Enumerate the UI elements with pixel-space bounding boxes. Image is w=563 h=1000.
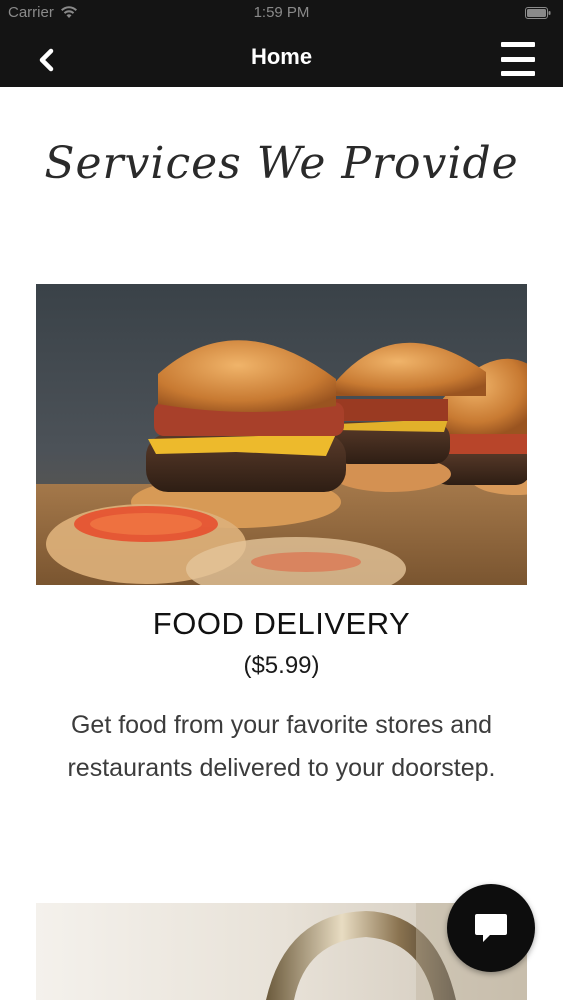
menu-line bbox=[501, 56, 535, 62]
menu-line bbox=[501, 71, 535, 76]
hamburger-menu-icon[interactable] bbox=[501, 42, 541, 76]
service-title: FOOD DELIVERY bbox=[152, 606, 411, 641]
food-delivery-image bbox=[36, 284, 527, 585]
status-time: 1:59 PM bbox=[253, 4, 310, 21]
status-bar: Carrier 1:59 PM bbox=[0, 0, 563, 28]
nav-bar: Home bbox=[0, 28, 563, 87]
chat-button[interactable] bbox=[447, 884, 535, 972]
section-heading: Services We Provide bbox=[44, 138, 519, 189]
service-description: Get food from your favorite stores and r… bbox=[67, 711, 496, 782]
service-price: ($5.99) bbox=[243, 652, 320, 679]
page-title: Home bbox=[250, 44, 313, 69]
battery-icon bbox=[525, 7, 551, 19]
app-screen: Carrier 1:59 PM Home Services We Provide… bbox=[0, 0, 563, 1000]
menu-line bbox=[501, 42, 535, 47]
chat-bubble-icon bbox=[475, 914, 507, 942]
